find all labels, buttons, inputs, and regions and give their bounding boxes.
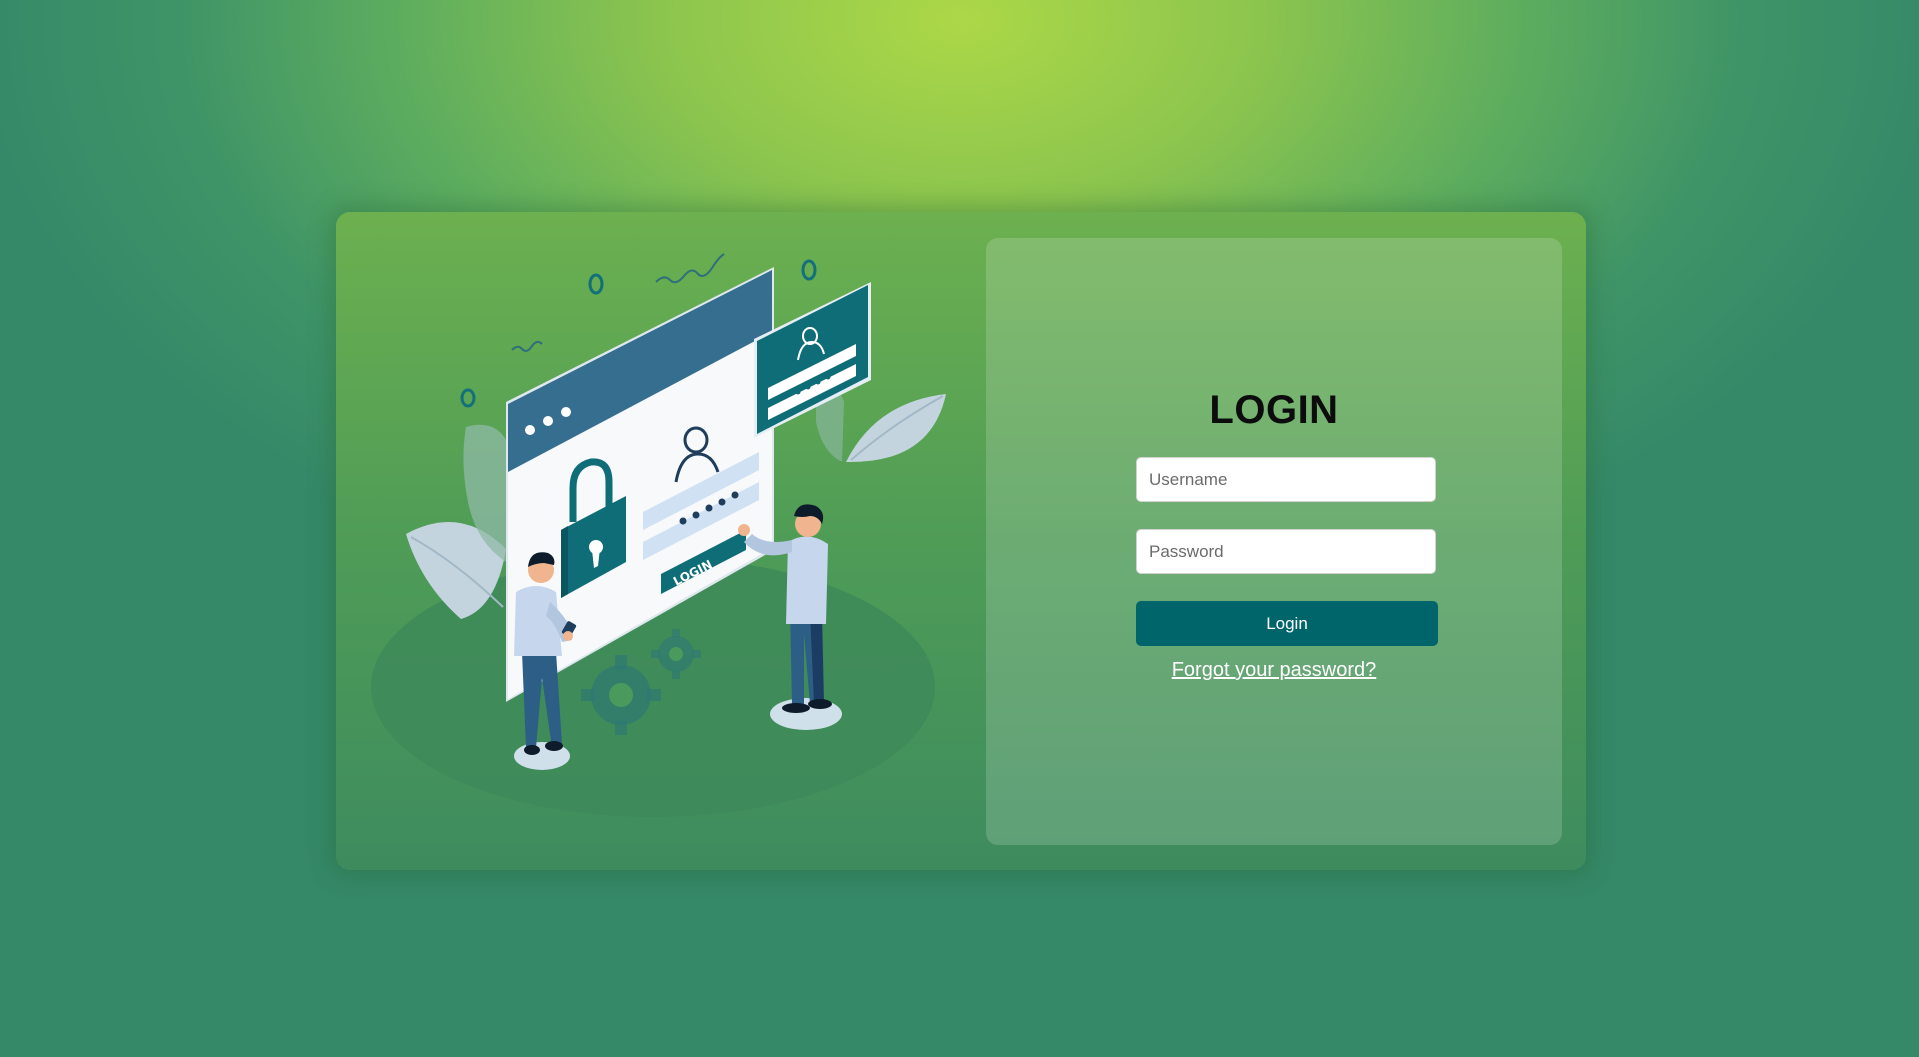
ring-decoration [588, 273, 604, 295]
squiggle-decoration [655, 253, 725, 284]
login-title: LOGIN [1209, 388, 1339, 432]
login-form: LOGIN Login Forgot your password? [986, 238, 1562, 845]
forgot-password-link[interactable]: Forgot your password? [986, 659, 1562, 682]
password-input[interactable] [1136, 529, 1436, 574]
ring-decoration [460, 388, 476, 408]
username-input[interactable] [1136, 457, 1436, 502]
login-card: LOGIN LOGIN Username Login Forgot your p… [336, 212, 1586, 870]
login-button[interactable]: Login [1136, 601, 1438, 646]
squiggle-decoration [511, 340, 543, 352]
login-illustration: LOGIN [336, 212, 976, 870]
ring-decoration [801, 259, 817, 281]
